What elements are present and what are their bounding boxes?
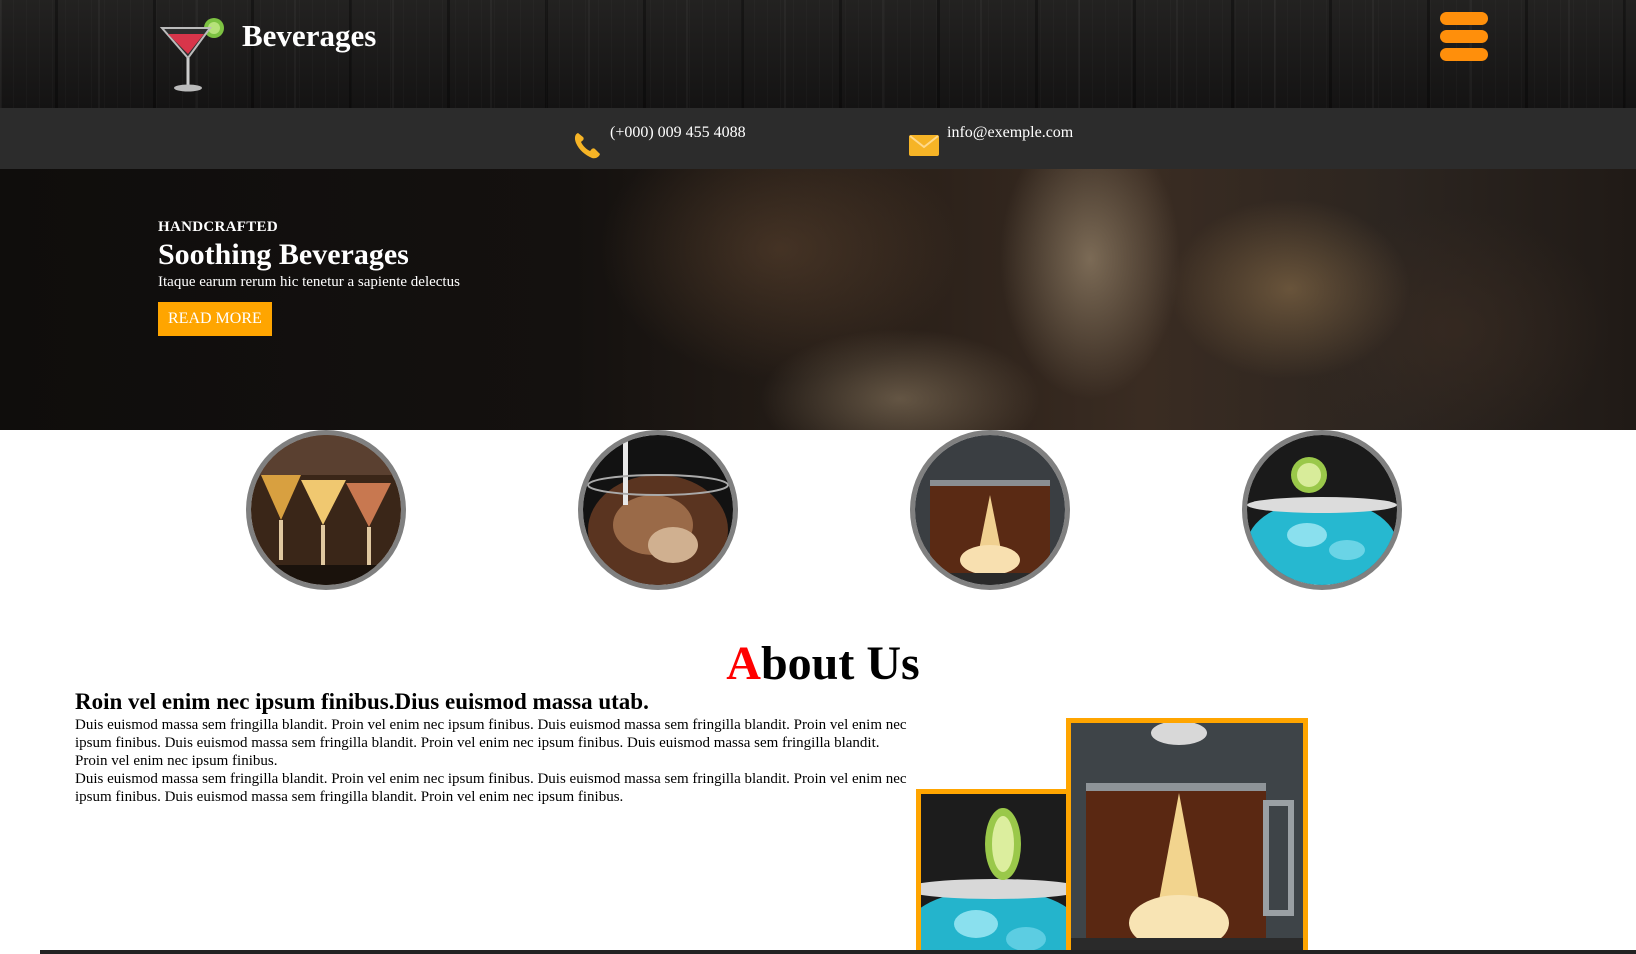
site-header: Beverages bbox=[0, 0, 1636, 108]
read-more-button[interactable]: READ MORE bbox=[158, 302, 272, 336]
about-title-first-letter: A bbox=[726, 637, 761, 690]
hero-subtitle: Itaque earum rerum hic tenetur a sapient… bbox=[158, 274, 460, 290]
contact-phone[interactable]: (+000) 009 455 4088 bbox=[572, 124, 746, 160]
contact-email[interactable]: info@exemple.com bbox=[909, 124, 1073, 160]
hero-kicker: HANDCRAFTED bbox=[158, 219, 278, 235]
hero-title: Soothing Beverages bbox=[158, 238, 409, 271]
hamburger-menu-icon[interactable] bbox=[1440, 12, 1488, 62]
phone-icon bbox=[574, 133, 600, 159]
contact-bar: (+000) 009 455 4088 info@exemple.com bbox=[0, 108, 1636, 169]
tea-mug-image[interactable] bbox=[910, 430, 1070, 590]
about-text: Duis euismod massa sem fringilla blandit… bbox=[75, 716, 910, 806]
envelope-icon bbox=[909, 135, 939, 156]
email-address: info@exemple.com bbox=[947, 124, 1074, 141]
brand-name: Beverages bbox=[242, 18, 377, 53]
brand-logo[interactable]: Beverages bbox=[158, 14, 376, 98]
about-paragraph-2: Duis euismod massa sem fringilla blandit… bbox=[75, 771, 907, 805]
hero-content: HANDCRAFTED Soothing Beverages Itaque ea… bbox=[158, 219, 460, 336]
about-paragraph-1: Duis euismod massa sem fringilla blandit… bbox=[75, 717, 907, 769]
cocktail-glasses-image[interactable] bbox=[246, 430, 406, 590]
tea-mug-photo bbox=[1066, 718, 1308, 954]
bottom-divider bbox=[40, 950, 1636, 954]
about-title: About Us bbox=[0, 636, 1636, 691]
phone-number: (+000) 009 455 4088 bbox=[610, 124, 746, 141]
cocktail-glass-icon bbox=[159, 18, 224, 92]
about-title-rest: bout Us bbox=[760, 637, 920, 690]
blue-cocktail-photo bbox=[916, 789, 1072, 954]
hero-banner: HANDCRAFTED Soothing Beverages Itaque ea… bbox=[0, 169, 1636, 430]
blue-cocktail-image[interactable] bbox=[1242, 430, 1402, 590]
about-subtitle: Roin vel enim nec ipsum finibus.Dius eui… bbox=[75, 689, 649, 714]
iced-coffee-image[interactable] bbox=[578, 430, 738, 590]
